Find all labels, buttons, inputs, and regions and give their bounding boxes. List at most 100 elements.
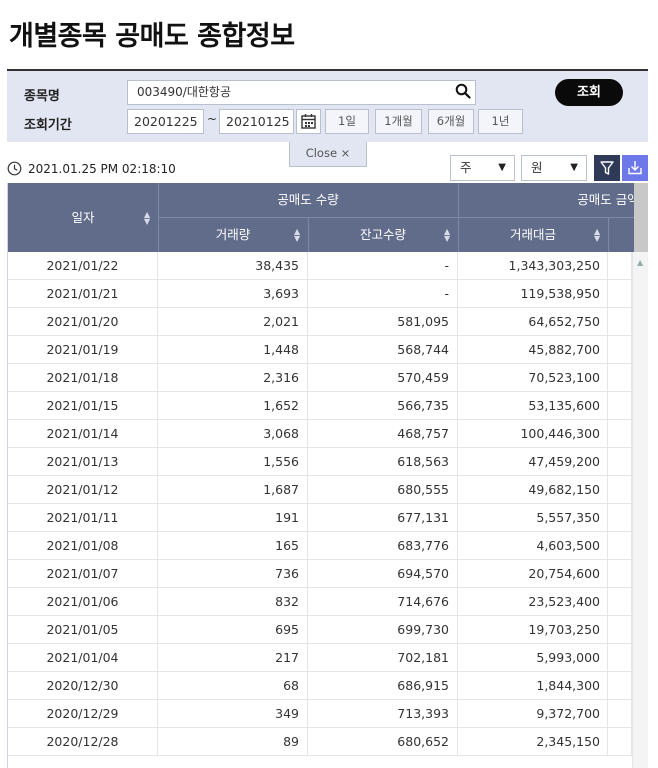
cell-volume: 38,435 [158,252,308,279]
table-row[interactable]: 2020/12/28 89 680,652 2,345,150 [8,728,632,756]
cell-overflow [608,336,632,363]
filter-icon [600,161,614,175]
cell-balance: 686,915 [308,672,458,699]
cell-balance: 702,181 [308,644,458,671]
unit-select[interactable]: 원 ▼ [521,155,587,181]
cell-date: 2021/01/20 [8,308,158,335]
cell-date: 2021/01/11 [8,504,158,531]
cell-amount: 1,844,300 [458,672,608,699]
date-separator: ~ [207,112,218,126]
cell-overflow [608,532,632,559]
cell-amount: 70,523,100 [458,364,608,391]
cell-balance: 680,652 [308,728,458,755]
vertical-scrollbar[interactable]: ▲ [632,252,648,768]
cell-volume: 1,687 [158,476,308,503]
table-row[interactable]: 2021/01/19 1,448 568,744 45,882,700 [8,336,632,364]
sort-amount-icon[interactable]: ▲ ▼ [594,228,600,243]
table-row[interactable]: 2021/01/05 695 699,730 19,703,250 [8,616,632,644]
cell-amount: 49,682,150 [458,476,608,503]
cell-overflow [608,644,632,671]
cell-balance: - [308,252,458,279]
table-row[interactable]: 2021/01/13 1,556 618,563 47,459,200 [8,448,632,476]
cell-overflow [608,700,632,727]
cell-amount: 4,603,500 [458,532,608,559]
search-panel: 종목명 003490/대한항공 조회 조회기간 20201225 ~ 20210… [7,69,648,142]
period-select[interactable]: 주 ▼ [450,155,515,181]
cell-date: 2021/01/05 [8,616,158,643]
header-trade-volume[interactable]: 거래량 [158,218,308,252]
scroll-up-arrow-icon[interactable]: ▲ [637,258,643,267]
cell-balance: 680,555 [308,476,458,503]
cell-amount: 2,345,150 [458,728,608,755]
cell-balance: 677,131 [308,504,458,531]
cell-overflow [608,560,632,587]
table-body: 2021/01/22 38,435-1,343,303,250 2021/01/21… [8,252,632,756]
cell-date: 2021/01/18 [8,364,158,391]
cell-amount: 1,343,303,250 [458,252,608,279]
sort-balance-icon[interactable]: ▲ ▼ [444,228,450,243]
dropdown-arrow-icon: ▼ [498,162,506,173]
header-trade-amount[interactable]: 거래대금 [458,218,608,252]
filter-button[interactable] [594,155,620,181]
cell-balance: 468,757 [308,420,458,447]
cell-volume: 89 [158,728,308,755]
cell-date: 2021/01/06 [8,588,158,615]
cell-balance: 566,735 [308,392,458,419]
header-scrollbar[interactable] [634,183,648,252]
cell-amount: 53,135,600 [458,392,608,419]
cell-overflow [608,308,632,335]
header-date[interactable]: 일자 [8,183,158,252]
cell-date: 2021/01/13 [8,448,158,475]
cell-amount: 47,459,200 [458,448,608,475]
period-1day-button[interactable]: 1일 [325,109,369,134]
table-row[interactable]: 2021/01/08 165 683,776 4,603,500 [8,532,632,560]
cell-date: 2021/01/08 [8,532,158,559]
calendar-icon[interactable] [296,109,321,134]
cell-amount: 119,538,950 [458,280,608,307]
cell-volume: 349 [158,700,308,727]
search-icon[interactable] [455,83,471,99]
date-from-input[interactable]: 20201225 [127,109,204,134]
cell-volume: 191 [158,504,308,531]
cell-volume: 217 [158,644,308,671]
period-1year-button[interactable]: 1년 [478,109,523,134]
stock-search-input[interactable]: 003490/대한항공 [127,80,476,105]
table-row[interactable]: 2021/01/22 38,435-1,343,303,250 [8,252,632,280]
table-row[interactable]: 2021/01/04 217 702,181 5,993,000 [8,644,632,672]
table-row[interactable]: 2020/12/30 68 686,915 1,844,300 [8,672,632,700]
date-to-input[interactable]: 20210125 [219,109,294,134]
download-button[interactable] [622,155,648,181]
period-1month-button[interactable]: 1개월 [375,109,422,134]
submit-search-button[interactable]: 조회 [555,79,623,106]
cell-date: 2021/01/15 [8,392,158,419]
close-panel-button[interactable]: Close × [289,142,367,167]
table-row[interactable]: 2021/01/07 736 694,570 20,754,600 [8,560,632,588]
sort-date-icon[interactable]: ▲ ▼ [144,211,150,226]
table-row[interactable]: 2021/01/14 3,068 468,757 100,446,300 [8,420,632,448]
query-timestamp: 2021.01.25 PM 02:18:10 [28,162,176,176]
period-6month-button[interactable]: 6개월 [428,109,474,134]
table-row[interactable]: 2021/01/11 191 677,131 5,557,350 [8,504,632,532]
table-row[interactable]: 2020/12/29 349 713,393 9,372,700 [8,700,632,728]
table-row[interactable]: 2021/01/12 1,687 680,555 49,682,150 [8,476,632,504]
cell-amount: 64,652,750 [458,308,608,335]
cell-balance: - [308,280,458,307]
table-row[interactable]: 2021/01/20 2,021 581,095 64,652,750 [8,308,632,336]
table-row[interactable]: 2021/01/18 2,316 570,459 70,523,100 [8,364,632,392]
cell-balance: 694,570 [308,560,458,587]
cell-overflow [608,476,632,503]
cell-date: 2021/01/21 [8,280,158,307]
table-row[interactable]: 2021/01/06 832 714,676 23,523,400 [8,588,632,616]
header-balance-qty[interactable]: 잔고수량 [308,218,458,252]
sort-volume-icon[interactable]: ▲ ▼ [294,228,300,243]
cell-volume: 832 [158,588,308,615]
cell-overflow [608,728,632,755]
cell-volume: 165 [158,532,308,559]
cell-volume: 1,556 [158,448,308,475]
cell-overflow [608,280,632,307]
cell-volume: 695 [158,616,308,643]
table-row[interactable]: 2021/01/15 1,652 566,735 53,135,600 [8,392,632,420]
dropdown-arrow-icon: ▼ [570,162,578,173]
table-row[interactable]: 2021/01/21 3,693-119,538,950 [8,280,632,308]
download-icon [628,161,642,175]
